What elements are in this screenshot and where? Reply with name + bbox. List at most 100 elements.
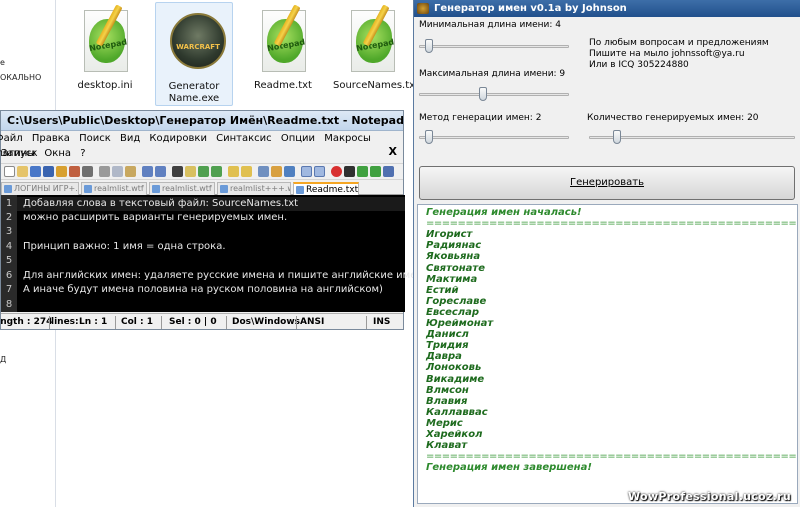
- status-length: length : 274: [0, 317, 53, 327]
- line-number-gutter: 1 2 3 4 5 6 7 8: [1, 195, 17, 312]
- min-length-label: Минимальная длина имени: 4: [419, 20, 561, 30]
- menu-view[interactable]: Вид: [120, 133, 140, 144]
- menu-macros[interactable]: Макросы: [324, 133, 371, 144]
- toolbar: [1, 163, 403, 180]
- contact-info: По любым вопросам и предложениям Пишите …: [589, 38, 769, 71]
- undo-icon[interactable]: [142, 166, 153, 177]
- generated-name: Юреймонат: [426, 318, 494, 329]
- generated-name: Тридия: [426, 340, 469, 352]
- copy-icon[interactable]: [112, 166, 123, 177]
- tab-readme[interactable]: Readme.txt: [293, 182, 359, 195]
- function-list-icon[interactable]: [314, 166, 325, 177]
- tab-realmlist-1[interactable]: realmlist.wtf: [81, 182, 147, 195]
- generated-name: Данисл: [426, 329, 469, 341]
- generated-name: Влавия: [426, 395, 468, 407]
- menu-plugins[interactable]: Плагины: [0, 148, 35, 159]
- file-readme-txt[interactable]: Notepad Readme.txt: [244, 2, 322, 106]
- play-multiple-icon[interactable]: [370, 166, 381, 177]
- zoom-in-icon[interactable]: [198, 166, 209, 177]
- menu-encoding[interactable]: Кодировки: [149, 133, 207, 144]
- sync-h-icon[interactable]: [241, 166, 252, 177]
- nav-item[interactable]: ОКАЛЬНО: [0, 73, 41, 82]
- text-editor[interactable]: 1 2 3 4 5 6 7 8 Добавляя слова в текстов…: [1, 195, 432, 312]
- generated-name: Лоноковь: [426, 362, 482, 374]
- line-number: 3: [5, 226, 13, 237]
- save-icon[interactable]: [30, 166, 41, 177]
- menu-file[interactable]: Файл: [0, 133, 23, 144]
- close-document-button[interactable]: X: [389, 145, 397, 158]
- window-title: C:\Users\Public\Desktop\Генератор Имён\R…: [1, 111, 403, 131]
- tab-realmlist-2[interactable]: realmlist.wtf: [149, 182, 215, 195]
- output-log[interactable]: Генерация имен началась! ================…: [417, 204, 798, 504]
- count-slider[interactable]: [589, 129, 795, 145]
- indent-guide-icon[interactable]: [284, 166, 295, 177]
- generated-name: Харейкол: [426, 429, 483, 440]
- slider-thumb[interactable]: [613, 130, 621, 144]
- file-label: Readme.txt: [254, 80, 312, 91]
- file-generator-exe[interactable]: WARCRAFT Generator Name.exe: [155, 2, 233, 106]
- slider-thumb[interactable]: [425, 39, 433, 53]
- find-icon[interactable]: [172, 166, 183, 177]
- line-number: 2: [5, 212, 13, 223]
- menu-syntax[interactable]: Синтаксис: [216, 133, 272, 144]
- zoom-out-icon[interactable]: [211, 166, 222, 177]
- code-line: можно расширить варианты генерируемых им…: [23, 212, 288, 223]
- tab-realmlist-3[interactable]: realmlist+++.wtf: [217, 182, 291, 195]
- slider-thumb[interactable]: [425, 130, 433, 144]
- generate-button[interactable]: Генерировать: [419, 166, 795, 200]
- menu-options[interactable]: Опции: [281, 133, 315, 144]
- line-number: 5: [5, 255, 13, 266]
- file-sourcenames-txt[interactable]: Notepad SourceNames.txt: [333, 2, 419, 106]
- file-desktop-ini[interactable]: Notepad desktop.ini: [66, 2, 144, 106]
- wrap-icon[interactable]: [258, 166, 269, 177]
- show-all-icon[interactable]: [271, 166, 282, 177]
- file-label: desktop.ini: [77, 80, 133, 91]
- wow-logo-icon: WARCRAFT: [168, 9, 226, 77]
- min-length-slider[interactable]: [419, 38, 569, 54]
- replace-icon[interactable]: [185, 166, 196, 177]
- generated-name: Влмсон: [426, 384, 469, 396]
- open-file-icon[interactable]: [17, 166, 28, 177]
- count-label: Количество генерируемых имен: 20: [587, 113, 759, 123]
- close-icon[interactable]: [56, 166, 67, 177]
- status-bar: length : 274 lines: Ln : 1 Col : 1 Sel :…: [0, 313, 403, 330]
- save-all-icon[interactable]: [43, 166, 54, 177]
- generated-name: Мерис: [426, 417, 463, 429]
- slider-thumb[interactable]: [479, 87, 487, 101]
- notepad-plus-plus-window: C:\Users\Public\Desktop\Генератор Имён\R…: [0, 110, 432, 330]
- menu-bar-row2: Плагины Окна ?: [0, 146, 403, 161]
- tab-logins[interactable]: ЛОГИНЫ ИГР+.txt: [1, 182, 79, 195]
- paste-icon[interactable]: [125, 166, 136, 177]
- menu-help[interactable]: ?: [80, 148, 85, 159]
- print-icon[interactable]: [82, 166, 93, 177]
- generated-name: Игорист: [426, 229, 473, 241]
- notepad-doc-icon: Notepad: [256, 4, 312, 76]
- menu-edit[interactable]: Правка: [32, 133, 70, 144]
- name-generator-window: Генератор имен v0.1a by Johnson Минималь…: [413, 0, 800, 507]
- method-slider[interactable]: [419, 129, 569, 145]
- record-macro-icon[interactable]: [331, 166, 342, 177]
- cut-icon[interactable]: [99, 166, 110, 177]
- close-all-icon[interactable]: [69, 166, 80, 177]
- new-file-icon[interactable]: [4, 166, 15, 177]
- doc-map-icon[interactable]: [301, 166, 312, 177]
- menu-bar: Файл Правка Поиск Вид Кодировки Синтакси…: [0, 131, 403, 159]
- status-insert-mode: INS: [373, 317, 391, 327]
- sync-v-icon[interactable]: [228, 166, 239, 177]
- stop-macro-icon[interactable]: [344, 166, 355, 177]
- info-line: По любым вопросам и предложениям: [589, 38, 769, 48]
- menu-search[interactable]: Поиск: [79, 133, 111, 144]
- play-macro-icon[interactable]: [357, 166, 368, 177]
- menu-windows[interactable]: Окна: [44, 148, 71, 159]
- status-encoding: ANSI: [300, 317, 325, 327]
- line-number: 4: [5, 241, 13, 252]
- max-length-slider[interactable]: [419, 86, 569, 102]
- generator-title-bar: Генератор имен v0.1a by Johnson: [414, 0, 800, 17]
- redo-icon[interactable]: [155, 166, 166, 177]
- document-tabs: ЛОГИНЫ ИГР+.txt realmlist.wtf realmlist.…: [1, 181, 403, 195]
- nav-item[interactable]: Д: [0, 355, 6, 364]
- generated-name: Яковьяна: [426, 251, 481, 263]
- save-macro-icon[interactable]: [383, 166, 394, 177]
- nav-item[interactable]: е: [0, 58, 5, 67]
- log-separator: ========================================…: [426, 451, 797, 463]
